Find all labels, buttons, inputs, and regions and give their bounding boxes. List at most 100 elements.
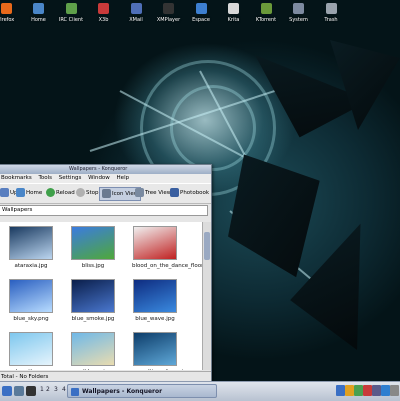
file-item[interactable]: ataraxia.jpg bbox=[8, 226, 54, 270]
image-thumbnail bbox=[133, 226, 177, 260]
firefox-icon bbox=[0, 3, 12, 14]
image-thumbnail bbox=[9, 279, 53, 313]
paint-icon bbox=[228, 3, 239, 14]
menu-help[interactable]: Help bbox=[117, 175, 130, 181]
file-item[interactable]: blue_smoke.jpg bbox=[70, 279, 116, 323]
desktop-icon-trash[interactable]: Trash bbox=[313, 3, 349, 23]
desktop-icon-label: IRC Client bbox=[58, 17, 84, 23]
home-icon bbox=[16, 188, 25, 197]
kmenu-icon[interactable] bbox=[2, 386, 12, 396]
konqueror-icon bbox=[71, 388, 79, 396]
tray-icon[interactable] bbox=[354, 385, 363, 396]
konqueror-window[interactable]: Wallpapers - Konqueror Bookmarks Tools S… bbox=[0, 164, 212, 383]
desktop-icon-computer[interactable]: System bbox=[281, 3, 317, 23]
file-name: blue_wave.jpg bbox=[135, 316, 175, 322]
home-button[interactable]: Home bbox=[16, 187, 42, 199]
pager-desktop-4[interactable]: 4 bbox=[62, 386, 66, 393]
photobook-icon bbox=[170, 188, 179, 197]
stop-button-label: Stop bbox=[86, 190, 99, 196]
desktop-icon-paint[interactable]: Krita bbox=[216, 3, 252, 23]
desktop-icon-mail[interactable]: XMail bbox=[118, 3, 154, 23]
file-name: blue_smoke.jpg bbox=[71, 316, 115, 322]
location-bar[interactable]: Wallpapers bbox=[0, 205, 208, 216]
desktop-icon-planet[interactable]: Espace bbox=[183, 3, 219, 23]
tree-view-button-label: Tree View bbox=[145, 190, 172, 196]
image-thumbnail bbox=[133, 279, 177, 313]
file-item[interactable]: caribbean.jpg bbox=[70, 332, 116, 370]
file-item[interactable]: blue_sky.png bbox=[8, 279, 54, 323]
desktop-icon-label: System bbox=[289, 17, 308, 23]
desktop-icon-chat[interactable]: IRC Client bbox=[53, 3, 89, 23]
torrent-icon bbox=[260, 3, 272, 14]
file-name: breath.png bbox=[8, 369, 54, 370]
up-button[interactable]: Up bbox=[0, 187, 18, 199]
menu-settings[interactable]: Settings bbox=[59, 175, 82, 181]
photobook-button[interactable]: Photobook bbox=[170, 187, 209, 199]
image-thumbnail bbox=[133, 332, 177, 366]
file-item[interactable]: casualties_of_war.jpg bbox=[132, 332, 190, 370]
menu-tools[interactable]: Tools bbox=[38, 175, 52, 181]
media-player-icon bbox=[163, 3, 174, 14]
desktop-icon-label: XMail bbox=[129, 17, 143, 23]
vertical-scrollbar[interactable] bbox=[202, 222, 211, 370]
terminal-icon[interactable] bbox=[26, 386, 36, 396]
pager-desktop-1[interactable]: 1 bbox=[40, 386, 44, 393]
desktop-icon-row: FirefoxHomeIRC ClientX3bXMailXMPlayerEsp… bbox=[0, 0, 400, 24]
pager-desktop-3[interactable]: 3 bbox=[54, 386, 58, 393]
tray-icon[interactable] bbox=[390, 385, 399, 396]
desktop-icon-home[interactable]: Home bbox=[21, 3, 57, 23]
pager-desktop-2[interactable]: 2 bbox=[46, 386, 50, 393]
home-button-label: Home bbox=[26, 190, 43, 196]
toolbar: Up Home Reload Stop Icon View Tree View … bbox=[0, 183, 211, 204]
tree-view-icon bbox=[135, 188, 144, 197]
app-icon bbox=[98, 3, 109, 14]
reload-icon bbox=[46, 188, 55, 197]
image-thumbnail bbox=[71, 332, 115, 366]
reload-button-label: Reload bbox=[56, 190, 75, 196]
photobook-button-label: Photobook bbox=[180, 190, 210, 196]
taskbar: 1 2 3 4 Wallpapers - Konqueror bbox=[0, 381, 400, 401]
file-icon-view: ataraxia.jpg bliss.jpg blood_on_the_dance_… bbox=[0, 222, 202, 370]
file-item[interactable]: bliss.jpg bbox=[70, 226, 116, 270]
menu-bookmarks[interactable]: Bookmarks bbox=[1, 175, 32, 181]
desktop-icon-label: Krita bbox=[227, 17, 240, 23]
file-name: caribbean.jpg bbox=[70, 369, 116, 370]
reload-button[interactable]: Reload bbox=[46, 187, 75, 199]
file-name: bliss.jpg bbox=[81, 263, 105, 269]
file-name: ataraxia.jpg bbox=[14, 263, 48, 269]
file-item[interactable]: breath.png bbox=[8, 332, 54, 370]
tray-icon[interactable] bbox=[372, 385, 381, 396]
image-thumbnail bbox=[71, 279, 115, 313]
file-item[interactable]: blue_wave.jpg bbox=[132, 279, 178, 323]
image-thumbnail bbox=[9, 332, 53, 366]
image-thumbnail bbox=[71, 226, 115, 260]
taskbar-task-konqueror[interactable]: Wallpapers - Konqueror bbox=[67, 384, 217, 398]
tree-view-button[interactable]: Tree View bbox=[135, 187, 171, 199]
desktop-icon-label: Espace bbox=[192, 17, 210, 23]
up-arrow-icon bbox=[0, 188, 9, 197]
scrollbar-thumb[interactable] bbox=[204, 232, 210, 260]
chat-icon bbox=[65, 3, 77, 14]
computer-icon bbox=[293, 3, 304, 14]
show-desktop-icon[interactable] bbox=[14, 386, 24, 396]
desktop-icon-app[interactable]: X3b bbox=[86, 3, 122, 23]
trash-icon bbox=[325, 3, 337, 14]
home-icon bbox=[33, 3, 44, 14]
stop-button[interactable]: Stop bbox=[76, 187, 99, 199]
file-name: blood_on_the_dance_floor.jpg bbox=[132, 263, 202, 269]
stop-icon bbox=[76, 188, 85, 197]
tray-icon[interactable] bbox=[336, 385, 345, 396]
desktop-icon-label: X3b bbox=[98, 17, 109, 23]
file-name: blue_sky.png bbox=[13, 316, 49, 322]
menu-window[interactable]: Window bbox=[88, 175, 110, 181]
mail-icon bbox=[130, 3, 142, 14]
desktop-icon-label: XMPlayer bbox=[156, 17, 181, 23]
file-item[interactable]: blood_on_the_dance_floor.jpg bbox=[132, 226, 202, 270]
tray-icon[interactable] bbox=[363, 385, 372, 396]
desktop-icon-media-player[interactable]: XMPlayer bbox=[151, 3, 187, 23]
window-titlebar[interactable]: Wallpapers - Konqueror bbox=[0, 165, 211, 174]
desktop-icon-torrent[interactable]: KTorrent bbox=[248, 3, 284, 23]
file-name: casualties_of_war.jpg bbox=[132, 369, 190, 370]
tray-icon[interactable] bbox=[345, 385, 354, 396]
tray-icon[interactable] bbox=[381, 385, 390, 396]
